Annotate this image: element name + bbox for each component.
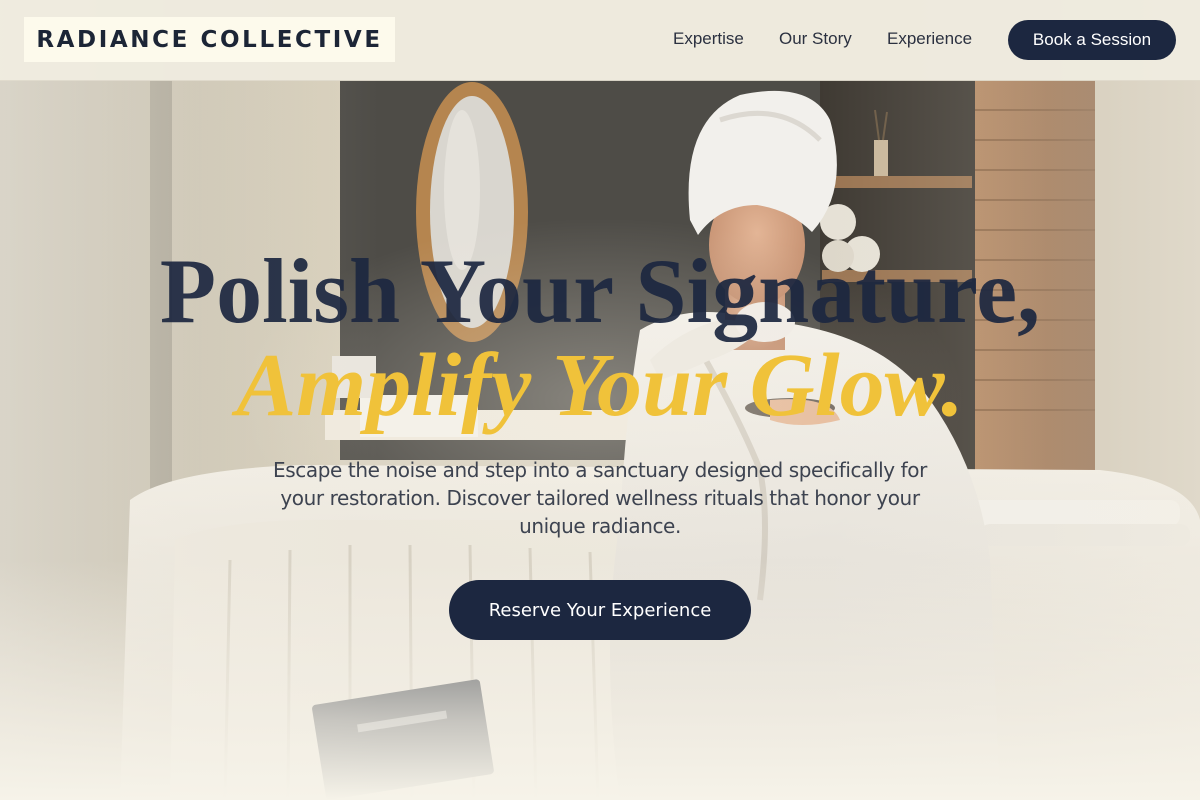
nav-link-expertise[interactable]: Expertise	[673, 29, 744, 49]
hero-headline-line1: Polish Your Signature,	[159, 240, 1041, 342]
book-session-button[interactable]: Book a Session	[1008, 20, 1176, 60]
reserve-experience-button[interactable]: Reserve Your Experience	[449, 580, 751, 640]
hero-headline-line2: Amplify Your Glow.	[236, 336, 964, 435]
nav-link-experience[interactable]: Experience	[887, 29, 972, 49]
site-header: RADIANCE COLLECTIVE Expertise Our Story …	[0, 0, 1200, 81]
brand-logo[interactable]: RADIANCE COLLECTIVE	[24, 17, 395, 62]
hero-subcopy: Escape the noise and step into a sanctua…	[273, 458, 927, 538]
nav-link-our-story[interactable]: Our Story	[779, 29, 852, 49]
